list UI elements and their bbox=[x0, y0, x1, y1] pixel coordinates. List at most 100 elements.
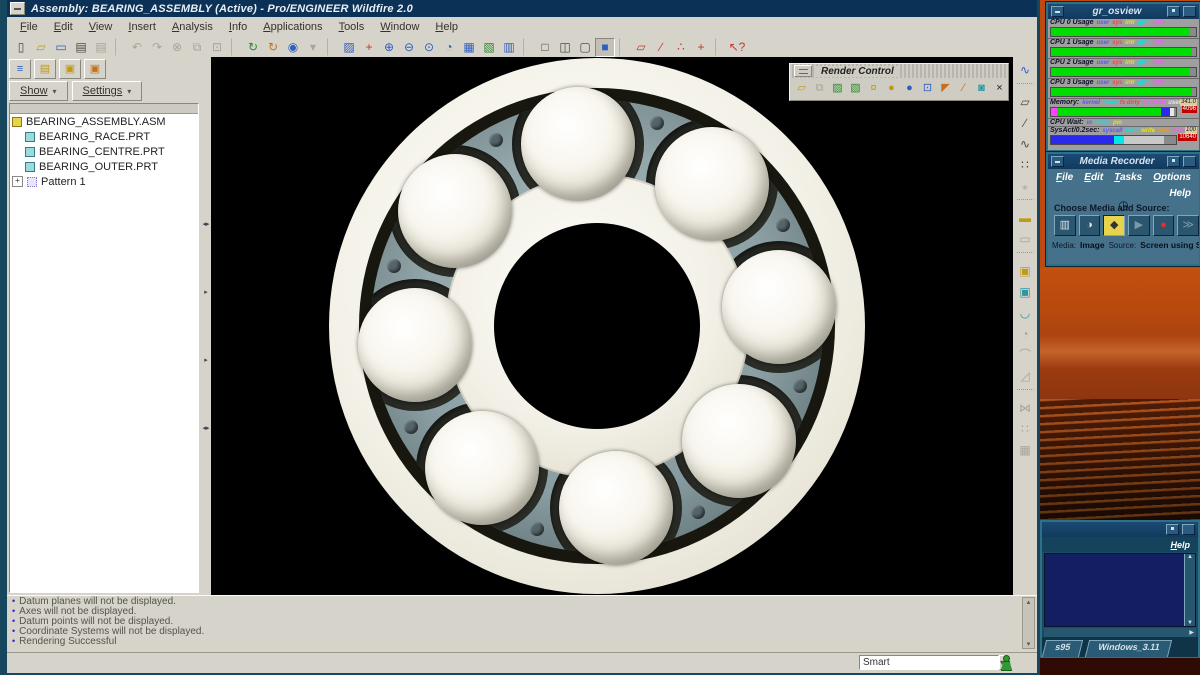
selection-filter-input[interactable] bbox=[859, 655, 999, 670]
repaint-icon[interactable]: ▨ bbox=[339, 38, 359, 57]
print-setup-icon[interactable]: ▤ bbox=[91, 38, 111, 57]
wireframe-display-icon[interactable]: □ bbox=[535, 38, 555, 57]
selection-filter-icon[interactable]: ▾ bbox=[303, 38, 323, 57]
sash-arrow-icon[interactable]: ◂▸ bbox=[202, 220, 209, 228]
settings-button[interactable]: Settings▾ bbox=[72, 81, 143, 101]
cut-icon[interactable]: ⊗ bbox=[167, 38, 187, 57]
hole-tool-icon[interactable]: ◡ bbox=[1014, 303, 1036, 324]
copy-scene-icon[interactable]: ⧉ bbox=[811, 79, 828, 97]
menu-tools[interactable]: Tools bbox=[332, 19, 372, 35]
mr-menu-tasks[interactable]: Tasks bbox=[1114, 172, 1142, 183]
datum-axes-toggle-icon[interactable]: ∕ bbox=[651, 38, 671, 57]
reorient-icon[interactable]: ◔ bbox=[439, 38, 459, 57]
tree-row-pattern[interactable]: + Pattern 1 bbox=[10, 174, 198, 189]
find-icon[interactable]: ◉ bbox=[283, 38, 303, 57]
gr-osview-titlebar[interactable]: gr_osview bbox=[1048, 4, 1199, 19]
folder-browser-tab-icon[interactable]: ▤ bbox=[34, 59, 56, 79]
step-forward-button[interactable]: ≫ bbox=[1177, 215, 1199, 236]
close-icon[interactable]: × bbox=[991, 79, 1008, 97]
context-help-icon[interactable]: ↖? bbox=[727, 38, 747, 57]
vertical-scrollbar[interactable]: ▲ ▼ bbox=[1184, 554, 1195, 626]
mr-menu-help[interactable]: Help bbox=[1169, 188, 1191, 199]
datum-plane-icon[interactable]: ▱ bbox=[1014, 92, 1036, 113]
tab-windows-311[interactable]: Windows_3.11 bbox=[1085, 640, 1173, 657]
zoom-in-icon[interactable]: ⊕ bbox=[379, 38, 399, 57]
mr-menu-file[interactable]: File bbox=[1056, 172, 1073, 183]
sash-arrow-icon[interactable]: ▸ bbox=[204, 288, 208, 296]
round-tool-icon[interactable]: ⌒ bbox=[1014, 345, 1036, 366]
drag-grip-icon[interactable] bbox=[794, 65, 812, 77]
media-recorder-titlebar[interactable]: Media Recorder bbox=[1048, 154, 1199, 169]
scroll-right-icon[interactable]: ▶ bbox=[1189, 629, 1196, 636]
maximize-icon[interactable] bbox=[1183, 156, 1196, 167]
record-button[interactable]: ● bbox=[1153, 215, 1175, 236]
csys-toggle-icon[interactable]: + bbox=[691, 38, 711, 57]
shaded-display-icon[interactable]: ■ bbox=[595, 38, 615, 57]
menu-help[interactable]: Help bbox=[428, 19, 465, 35]
hidden-line-display-icon[interactable]: ◫ bbox=[555, 38, 575, 57]
mirror-tool-icon[interactable]: ⋈ bbox=[1014, 398, 1036, 419]
open-scene-icon[interactable]: ▱ bbox=[793, 79, 810, 97]
sash-arrow-icon[interactable]: ◂▸ bbox=[202, 424, 209, 432]
navigator-sash[interactable]: ◂▸ ▸ ▸ ◂▸ bbox=[201, 57, 211, 595]
view-manager-icon[interactable]: ▥ bbox=[499, 38, 519, 57]
menu-info[interactable]: Info bbox=[222, 19, 254, 35]
print-icon[interactable]: ▤ bbox=[71, 38, 91, 57]
undo-icon[interactable]: ↶ bbox=[127, 38, 147, 57]
redo-icon[interactable]: ↷ bbox=[147, 38, 167, 57]
minimize-icon[interactable] bbox=[1051, 6, 1064, 17]
datum-curve-icon[interactable]: ∿ bbox=[1014, 134, 1036, 155]
menu-applications[interactable]: Applications bbox=[256, 19, 329, 35]
menu-edit[interactable]: Edit bbox=[47, 19, 80, 35]
media-film-button[interactable]: ▥ bbox=[1054, 215, 1076, 236]
paste-icon[interactable]: ⊡ bbox=[207, 38, 227, 57]
appearances-icon[interactable]: ⊡ bbox=[919, 79, 936, 97]
softwindows-content[interactable]: ▲ ▼ bbox=[1044, 553, 1196, 627]
menu-analysis[interactable]: Analysis bbox=[165, 19, 220, 35]
zoom-out-icon[interactable]: ⊖ bbox=[399, 38, 419, 57]
lights-icon[interactable]: ¤ bbox=[865, 79, 882, 97]
title-bar[interactable]: Assembly: BEARING_ASSEMBLY (Active) - Pr… bbox=[7, 0, 1037, 17]
menu-view[interactable]: View bbox=[82, 19, 120, 35]
render-window-icon[interactable]: ◙ bbox=[973, 79, 990, 97]
copy-icon[interactable]: ⧉ bbox=[187, 38, 207, 57]
style-tool-icon[interactable]: ∿ bbox=[1014, 60, 1036, 81]
layers-icon[interactable]: ▧ bbox=[479, 38, 499, 57]
render-setup-icon[interactable]: ▧ bbox=[847, 79, 864, 97]
tree-row-assembly[interactable]: BEARING_ASSEMBLY.ASM bbox=[10, 114, 198, 129]
media-image-button[interactable]: ◆ bbox=[1103, 215, 1125, 236]
datum-point-icon[interactable]: ∷ bbox=[1014, 155, 1036, 176]
restore-icon[interactable] bbox=[1167, 156, 1180, 167]
datum-axis-icon[interactable]: ∕ bbox=[1014, 113, 1036, 134]
datum-points-toggle-icon[interactable]: ∴ bbox=[671, 38, 691, 57]
shell-tool-icon[interactable]: ◔ bbox=[1014, 324, 1036, 345]
message-scrollbar[interactable]: ▴ ▾ bbox=[1022, 597, 1035, 649]
scroll-down-icon[interactable]: ▾ bbox=[1027, 640, 1031, 648]
regenerate-icon[interactable]: ↻ bbox=[243, 38, 263, 57]
tree-row-part[interactable]: BEARING_RACE.PRT bbox=[10, 129, 198, 144]
restore-icon[interactable] bbox=[1166, 524, 1179, 535]
spin-center-icon[interactable]: + bbox=[359, 38, 379, 57]
maximize-icon[interactable] bbox=[1183, 6, 1196, 17]
render-control-palette[interactable]: Render Control ▱⧉▨▧¤●●⊡◤∕◙× bbox=[789, 63, 1009, 101]
expand-icon[interactable]: + bbox=[12, 176, 23, 187]
render-sphere-icon[interactable]: ● bbox=[901, 79, 918, 97]
component-create-icon[interactable]: ▣ bbox=[1014, 261, 1036, 282]
horizontal-scrollbar[interactable]: ▶ bbox=[1044, 628, 1196, 637]
softwindows-titlebar[interactable] bbox=[1042, 522, 1198, 537]
tree-row-part[interactable]: BEARING_CENTRE.PRT bbox=[10, 144, 198, 159]
table-tool-icon[interactable]: ▦ bbox=[1014, 440, 1036, 461]
regen-manager-icon[interactable]: ↻ bbox=[263, 38, 283, 57]
favorites-tab-icon[interactable]: ▣ bbox=[59, 59, 81, 79]
restore-icon[interactable] bbox=[1167, 6, 1180, 17]
component-assemble-icon[interactable]: ▣ bbox=[1014, 282, 1036, 303]
new-file-icon[interactable]: ▯ bbox=[11, 38, 31, 57]
select-items-icon[interactable] bbox=[999, 655, 1011, 670]
no-hidden-display-icon[interactable]: ▢ bbox=[575, 38, 595, 57]
media-audio-button[interactable]: ◑ bbox=[1079, 215, 1101, 236]
saved-views-icon[interactable]: ▦ bbox=[459, 38, 479, 57]
model-tree-tab-icon[interactable]: ≡ bbox=[9, 59, 31, 79]
pattern-tool-icon[interactable]: ∷ bbox=[1014, 419, 1036, 440]
scroll-up-icon[interactable]: ▲ bbox=[1187, 554, 1193, 560]
bulb-icon[interactable]: ● bbox=[883, 79, 900, 97]
